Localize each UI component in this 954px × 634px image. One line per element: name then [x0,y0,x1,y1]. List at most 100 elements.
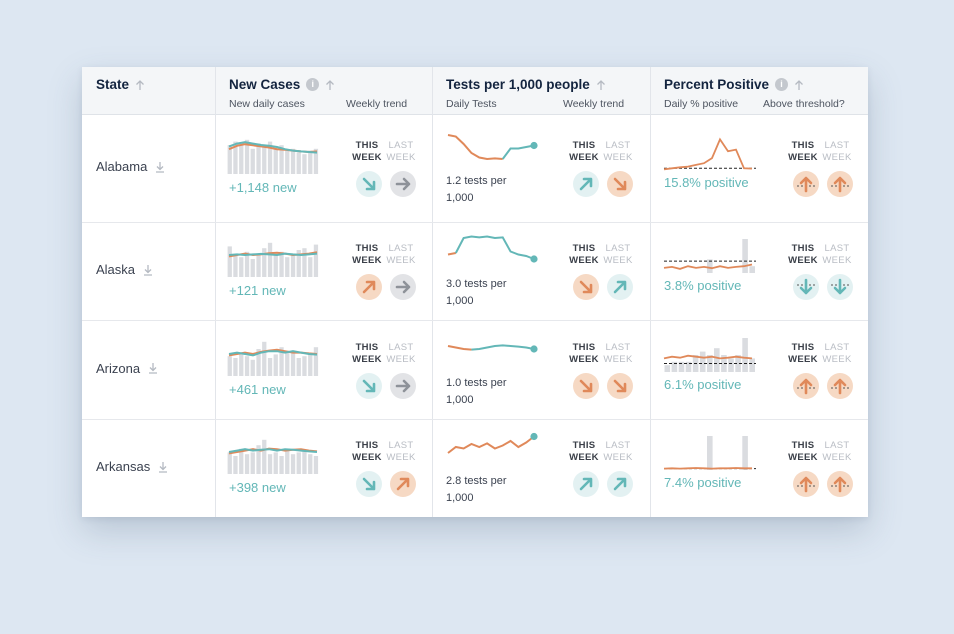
data-table: State New Cases i New daily cases Weekly… [82,67,868,517]
case-bar [290,352,296,376]
case-bar [239,353,244,376]
download-icon[interactable] [155,161,165,173]
this-label: THIS [791,341,815,353]
case-bar [256,143,261,174]
case-bar [302,248,307,277]
sort-up-icon[interactable] [325,79,335,91]
week-label: WEEK [822,353,852,365]
tests-value: 1.0 tests per 1,000 [446,376,507,406]
tests-subheader-trend: Weekly trend [563,98,625,110]
week-label: WEEK [386,353,416,365]
case-bar [296,152,301,174]
case-bar [262,439,267,474]
pct-column-header[interactable]: Percent Positive i [664,77,804,92]
case-bar [262,248,267,277]
week-label: WEEK [788,452,818,463]
pct-this-week-label: THIS WEEK [788,140,818,164]
tests-line-orange [447,435,535,454]
cases-last-week-label: LAST WEEK [386,342,416,366]
case-bar [290,148,296,174]
cases-this-week-arrow-down-right-icon [356,471,382,497]
this-label: THIS [791,140,815,151]
this-label: THIS [791,440,815,451]
this-label: THIS [355,341,379,353]
week-label: WEEK [822,255,852,266]
case-bar [227,355,232,376]
week-label: WEEK [352,452,382,463]
pct-last-week-label: LAST WEEK [822,243,852,267]
case-bar [256,255,261,277]
case-bar [273,452,278,474]
pct-bar [664,364,671,372]
sort-up-icon[interactable] [596,79,606,91]
case-bar [267,242,273,277]
this-label: THIS [572,140,596,151]
tests-sparkline [447,235,538,263]
tests-this-week-label: THIS WEEK [569,440,599,464]
cases-last-week-arrow-up-right-icon [390,471,416,497]
pct-bar [699,351,706,372]
pct-last-week-label: LAST WEEK [822,440,852,464]
case-bar [250,452,255,474]
cases-last-week-label: LAST WEEK [386,243,416,267]
case-bar [313,346,319,376]
download-icon[interactable] [148,362,158,374]
cases-sparkline [227,439,319,474]
week-label: WEEK [788,152,818,163]
case-bar [296,452,301,474]
state-cell[interactable]: Alaska [96,262,153,277]
week-label: WEEK [822,152,852,163]
case-bar [233,456,238,474]
cases-last-week-label: LAST WEEK [386,440,416,464]
tests-header-label: Tests per 1,000 people [446,77,590,92]
week-label: WEEK [603,452,633,463]
last-label: LAST [605,243,631,254]
case-bar [279,456,284,474]
case-bar [308,353,313,376]
download-icon[interactable] [158,461,168,473]
pct-last-week-arrow-up-icon [827,471,853,497]
download-icon[interactable] [143,264,153,276]
this-label: THIS [791,243,815,254]
cases-last-week-arrow-right-icon [390,171,416,197]
week-label: WEEK [569,353,599,365]
last-label: LAST [388,341,414,353]
week-label: WEEK [352,353,382,365]
table-row: Alaska +121 new THIS WEEK LAST WEEK 3.0 tests … [82,222,868,321]
case-bar [267,454,273,474]
this-label: THIS [355,140,379,151]
cases-this-week-label: THIS WEEK [352,342,382,366]
tests-column-header[interactable]: Tests per 1,000 people [446,77,606,92]
state-cell[interactable]: Alabama [96,159,165,174]
sort-up-icon[interactable] [794,79,804,91]
cases-column-header[interactable]: New Cases i [229,77,335,92]
state-column-header[interactable]: State [96,77,145,92]
pct-sparkline [663,137,756,171]
state-name: Arkansas [96,459,151,474]
case-bar [244,454,250,474]
case-bar [290,454,296,474]
cases-last-week-arrow-right-icon [390,372,416,399]
tests-value: 3.0 tests per 1,000 [446,278,507,307]
table-row: Alabama +1,148 new THIS WEEK LAST WEEK 1.2 tes… [82,114,868,223]
week-label: WEEK [386,152,416,163]
case-bar [239,257,244,277]
case-bar [250,259,255,277]
pct-bar [707,436,713,470]
cases-trend-line-teal [228,252,318,257]
state-cell[interactable]: Arkansas [96,459,168,474]
last-label: LAST [605,341,631,353]
pct-last-week-arrow-up-icon [827,372,853,399]
this-label: THIS [572,243,596,254]
state-cell[interactable]: Arizona [96,361,158,376]
pct-last-week-arrow-down-icon [827,274,853,300]
case-bar [308,150,313,174]
cases-subheader-trend: Weekly trend [346,98,408,110]
case-bar [313,456,319,474]
info-icon[interactable]: i [775,78,789,91]
sort-up-icon[interactable] [135,79,145,91]
pct-positive-value: 7.4% positive [664,475,742,490]
info-icon[interactable]: i [306,78,320,91]
last-label: LAST [388,140,414,151]
tests-line-orange [447,344,472,351]
